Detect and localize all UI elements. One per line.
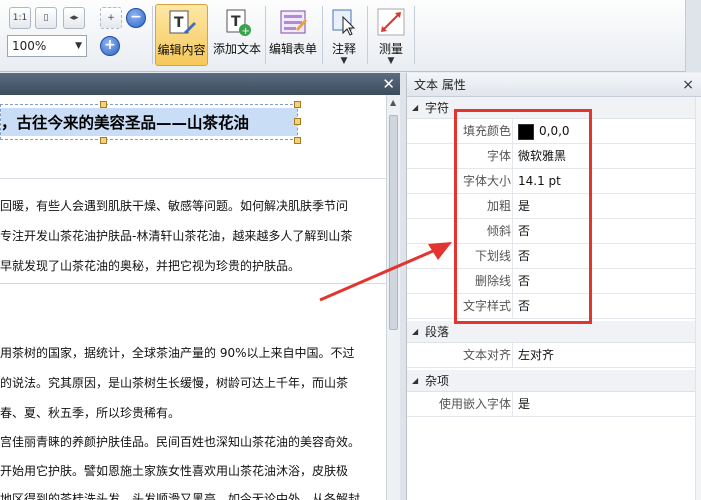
properties-scrollbar[interactable] xyxy=(695,97,701,500)
edit-content-button[interactable]: T 编辑内容 xyxy=(155,4,208,66)
properties-title: 文本 属性 xyxy=(414,78,466,92)
fit-page-icon[interactable]: ▯ xyxy=(35,7,57,29)
toolbar-scroll-stub xyxy=(685,0,701,72)
annotate-button[interactable]: 注释 ▼ xyxy=(324,4,364,66)
resize-handle[interactable] xyxy=(100,101,107,108)
svg-text:T: T xyxy=(231,14,241,30)
prop-value[interactable]: 左对齐 xyxy=(518,343,554,368)
section-misc[interactable]: ◢ 杂项 xyxy=(407,370,701,392)
add-text-label: 添加文本 xyxy=(212,42,261,56)
paragraph-line: 早就发现了山茶花油的奥秘，并把它视为珍贵的护肤品。 xyxy=(0,259,301,273)
resize-handle[interactable] xyxy=(294,137,301,144)
measure-label: 测量 xyxy=(378,42,403,56)
prop-row-text-align[interactable]: 文本对齐 左对齐 xyxy=(407,343,701,368)
add-text-icon: T + xyxy=(226,9,251,37)
marquee-zoom-icon[interactable]: + xyxy=(100,7,122,29)
collapse-triangle-icon[interactable]: ◢ xyxy=(412,370,418,392)
paragraph-line: 专注开发山茶花油护肤品-林清轩山茶花油，越来越多人了解到山茶 xyxy=(0,229,353,243)
edit-form-button[interactable]: 编辑表单 xyxy=(266,4,320,66)
add-text-button[interactable]: T + 添加文本 xyxy=(210,4,264,66)
edit-content-icon: T xyxy=(169,10,196,34)
svg-text:+: + xyxy=(242,26,250,37)
properties-header: 文本 属性 × xyxy=(407,73,701,97)
resize-handle[interactable] xyxy=(294,101,301,108)
toolbar-separator xyxy=(152,6,153,64)
prop-key: 文本对齐 xyxy=(407,343,513,368)
prop-value[interactable]: 是 xyxy=(518,392,530,417)
paragraph-line: 地区得到的茶桂洗头发，头发顺滑又黑亮，如今无论中外，从各解封 xyxy=(0,492,361,500)
toolbar-separator xyxy=(367,6,368,64)
fit-width-icon[interactable]: ◂▸ xyxy=(63,7,85,29)
edit-content-label: 编辑内容 xyxy=(157,43,206,57)
paragraph-line: 宫佳丽青睐的养颜护肤佳品。民间百姓也深知山茶花油的美容奇效。 xyxy=(0,435,361,449)
section-label: 杂项 xyxy=(425,374,450,388)
toolbar-separator xyxy=(322,6,323,64)
section-paragraph[interactable]: ◢ 段落 xyxy=(407,321,701,343)
selected-text-box[interactable]: ，古往今来的美容圣品——山茶花油 xyxy=(0,104,298,140)
annotate-icon xyxy=(332,9,356,36)
paragraph-line: 的说法。究其原因，是山茶树生长缓慢，树龄可达上千年，而山茶 xyxy=(0,376,349,390)
scroll-up-icon[interactable]: ▲ xyxy=(390,98,396,107)
paragraph-line: 用茶树的国家，据统计，全球茶油产量的 90%以上来自中国。不过 xyxy=(0,346,355,360)
close-icon[interactable]: ✕ xyxy=(382,75,395,93)
collapse-triangle-icon[interactable]: ◢ xyxy=(412,321,418,343)
toolbar-separator xyxy=(414,6,415,64)
prop-key: 使用嵌入字体 xyxy=(407,392,513,417)
edit-form-icon xyxy=(280,10,307,34)
section-label: 字符 xyxy=(425,101,450,115)
toolbar: 1:1 ▯ ◂▸ − + + 100% ▼ T 编辑内容 T + 添加文本 编辑… xyxy=(0,0,701,72)
divider xyxy=(0,178,386,179)
zoom-value: 100% xyxy=(12,39,47,53)
measure-button[interactable]: 测量 ▼ xyxy=(372,4,410,66)
resize-handle[interactable] xyxy=(294,118,301,125)
highlight-box xyxy=(454,109,592,324)
close-icon[interactable]: × xyxy=(682,73,694,97)
prop-row-embedded-font[interactable]: 使用嵌入字体 是 xyxy=(407,392,701,417)
resize-handle[interactable] xyxy=(100,137,107,144)
actual-size-icon[interactable]: 1:1 xyxy=(9,7,31,29)
paragraph-line: 春、夏、秋五季，所以珍贵稀有。 xyxy=(0,406,181,420)
chevron-down-icon[interactable]: ▼ xyxy=(372,57,410,66)
paragraph-line: 开始用它护肤。譬如恩施土家族女性喜欢用山茶花油沐浴，皮肤极 xyxy=(0,464,349,478)
svg-text:T: T xyxy=(174,15,184,31)
collapse-triangle-icon[interactable]: ◢ xyxy=(412,97,418,119)
section-label: 段落 xyxy=(425,325,450,339)
document-tab-bar: ✕ xyxy=(0,73,402,95)
chevron-down-icon: ▼ xyxy=(75,41,82,51)
edit-form-label: 编辑表单 xyxy=(268,42,317,56)
zoom-select[interactable]: 100% ▼ xyxy=(7,35,87,57)
chevron-down-icon[interactable]: ▼ xyxy=(324,57,364,66)
annotation-arrow xyxy=(319,242,452,302)
paragraph-line: 回暖，有些人会遇到肌肤干燥、敏感等问题。如何解决肌肤季节问 xyxy=(0,199,349,213)
zoom-out-icon[interactable]: − xyxy=(126,8,146,28)
zoom-in-icon[interactable]: + xyxy=(100,36,120,56)
measure-icon xyxy=(377,8,405,36)
document-title[interactable]: ，古往今来的美容圣品——山茶花油 xyxy=(1,111,249,133)
annotate-label: 注释 xyxy=(331,42,356,56)
